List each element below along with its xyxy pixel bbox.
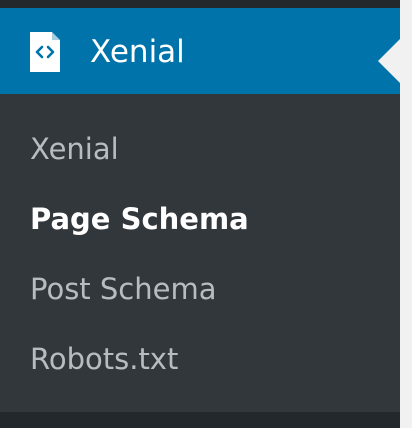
menu-title: Xenial [90,34,185,70]
submenu-item-robots-txt[interactable]: Robots.txt [30,342,178,376]
content-area-edge [400,0,412,428]
submenu-item-page-schema[interactable]: Page Schema [30,202,249,236]
code-file-icon [30,32,60,72]
submenu-item-post-schema[interactable]: Post Schema [30,272,217,306]
menu-item-xenial[interactable]: Xenial [0,8,400,94]
sidebar-bottom-edge [0,412,400,428]
submenu: Xenial Page Schema Post Schema Robots.tx… [0,94,400,412]
sidebar-top-edge [0,0,400,8]
submenu-item-xenial[interactable]: Xenial [30,132,119,166]
current-menu-arrow [378,39,400,83]
